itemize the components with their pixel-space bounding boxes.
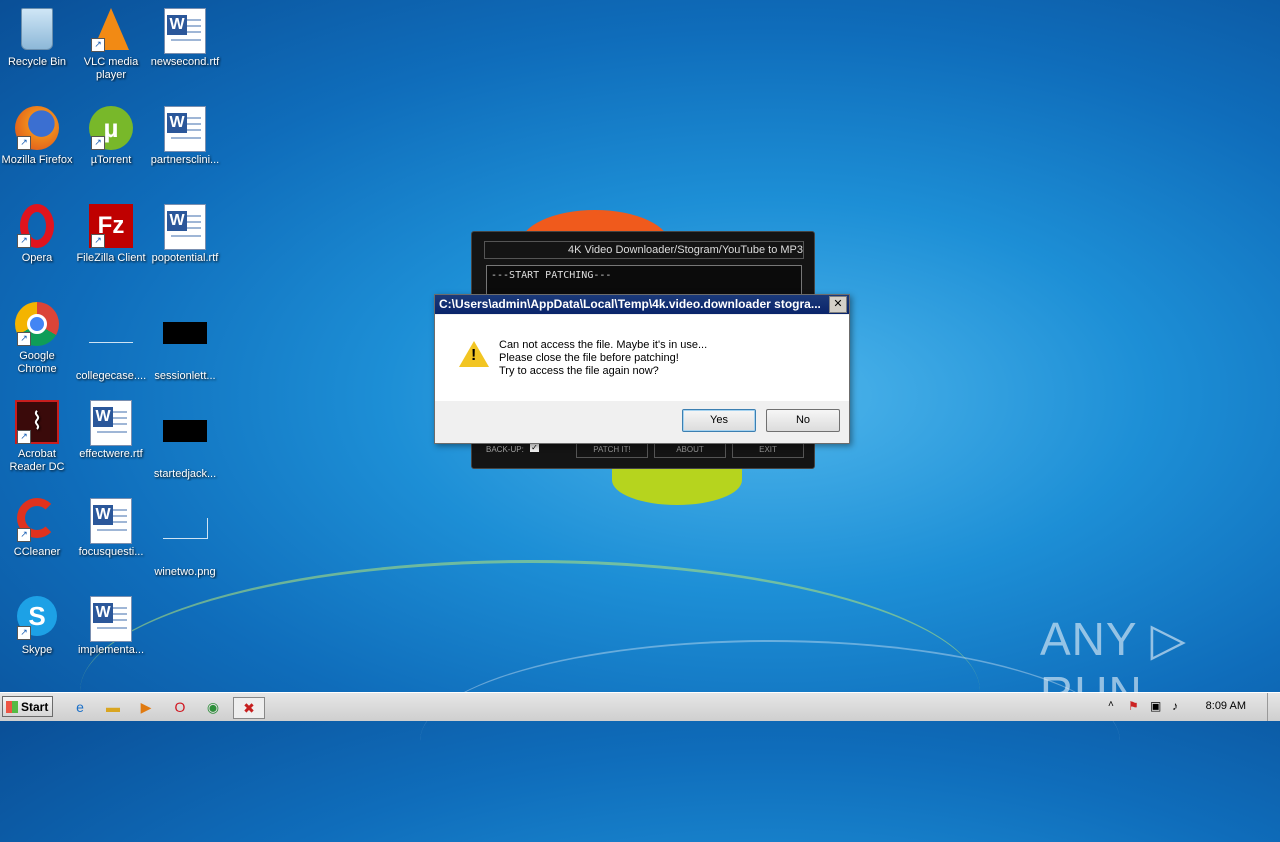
desktop-icon-newsecond[interactable]: W newsecond.rtf (148, 8, 222, 69)
ccleaner-icon: ↗ (15, 498, 59, 542)
windows-flag-icon (6, 701, 18, 713)
message-line: Please close the file before patching! (499, 352, 679, 364)
desktop-icon-ccleaner[interactable]: ↗ CCleaner (0, 498, 74, 559)
volume-icon[interactable]: ♪ (1172, 699, 1178, 713)
black-thumbnail-icon (163, 322, 207, 366)
desktop-icon-implementa[interactable]: W implementa... (74, 596, 148, 657)
utorrent-icon: µ ↗ (89, 106, 133, 150)
dialog-title: C:\Users\admin\AppData\Local\Temp\4k.vid… (439, 297, 821, 311)
desktop-icon-focusquesti[interactable]: W focusquesti... (74, 498, 148, 559)
desktop-icon-sessionlett[interactable]: sessionlett... (148, 302, 222, 383)
desktop-icon-vlc[interactable]: ↗ VLC media player (74, 8, 148, 82)
word-document-icon: W (163, 204, 207, 250)
acrobat-icon: ⌇ ↗ (15, 400, 59, 444)
firefox-icon: ↗ (15, 106, 59, 150)
desktop-icon-recycle-bin[interactable]: Recycle Bin (0, 8, 74, 69)
opera-taskbar-icon[interactable]: O (169, 697, 191, 717)
network-icon[interactable]: ▣ (1150, 699, 1161, 713)
desktop-icon-collegecase[interactable]: collegecase.... (74, 302, 148, 383)
desktop-icon-opera[interactable]: ↗ Opera (0, 204, 74, 265)
desktop-icon-effectwere[interactable]: W effectwere.rtf (74, 400, 148, 461)
folder-icon[interactable]: ▬ (102, 697, 124, 717)
desktop-icon-winetwo[interactable]: winetwo.png (148, 498, 222, 579)
desktop-icon-firefox[interactable]: ↗ Mozilla Firefox (0, 106, 74, 167)
no-button[interactable]: No (766, 409, 840, 432)
show-desktop-button[interactable] (1267, 693, 1280, 721)
desktop-icon-utorrent[interactable]: µ ↗ µTorrent (74, 106, 148, 167)
ie-icon[interactable]: e (69, 697, 91, 717)
word-document-icon: W (89, 596, 133, 642)
chrome-icon: ↗ (15, 302, 59, 346)
about-button[interactable]: ABOUT (654, 442, 726, 458)
opera-icon: ↗ (15, 204, 59, 248)
skype-icon: S ↗ (15, 596, 59, 640)
taskbar: Start e ▬ ▶ O ◉ ✖ ˄ ⚑ ▣ ♪ 8:09 AM (0, 692, 1280, 721)
yes-button[interactable]: Yes (682, 409, 756, 432)
desktop-icon-filezilla[interactable]: Fz ↗ FileZilla Client (74, 204, 148, 265)
dialog-title-bar[interactable]: C:\Users\admin\AppData\Local\Temp\4k.vid… (435, 295, 849, 314)
patcher-title: 4K Video Downloader/Stogram/YouTube to M… (484, 241, 804, 259)
desktop-icon-skype[interactable]: S ↗ Skype (0, 596, 74, 657)
error-dialog: C:\Users\admin\AppData\Local\Temp\4k.vid… (434, 294, 850, 444)
patcher-taskbar-icon[interactable]: ✖ (233, 697, 265, 719)
system-tray: ˄ ⚑ ▣ ♪ 8:09 AM (1100, 693, 1280, 721)
message-line: Can not access the file. Maybe it's in u… (499, 339, 708, 351)
recycle-bin-icon (15, 8, 59, 52)
chrome-taskbar-icon[interactable]: ◉ (202, 697, 224, 717)
close-button[interactable]: ✕ (829, 296, 847, 313)
image-file-icon (163, 518, 208, 562)
blank-file-icon (89, 322, 133, 366)
desktop-icon-chrome[interactable]: ↗ Google Chrome (0, 302, 74, 376)
action-center-icon[interactable]: ⚑ (1128, 699, 1139, 713)
start-label: Start (21, 700, 49, 714)
backup-checkbox[interactable]: ✓ (530, 443, 539, 452)
desktop-icon-partnersclini[interactable]: W partnersclini... (148, 106, 222, 167)
desktop-icon-popotential[interactable]: W popotential.rtf (148, 204, 222, 265)
media-player-icon[interactable]: ▶ (135, 697, 157, 717)
clock[interactable]: 8:09 AM (1206, 700, 1246, 712)
vlc-icon: ↗ (89, 8, 133, 52)
desktop-icon-acrobat[interactable]: ⌇ ↗ Acrobat Reader DC (0, 400, 74, 474)
start-button[interactable]: Start (2, 696, 53, 717)
black-thumbnail-icon (163, 420, 207, 464)
message-line: Try to access the file again now? (499, 365, 659, 377)
filezilla-icon: Fz ↗ (89, 204, 133, 248)
word-document-icon: W (89, 498, 133, 544)
chevron-up-icon[interactable]: ˄ (1108, 699, 1114, 710)
dialog-body: ! Can not access the file. Maybe it's in… (435, 315, 849, 401)
warning-icon: ! (459, 341, 489, 367)
exit-button[interactable]: EXIT (732, 442, 804, 458)
word-document-icon: W (163, 106, 207, 152)
wallpaper-swoosh (420, 640, 1120, 842)
word-document-icon: W (89, 400, 133, 446)
backup-label: BACK-UP: (486, 445, 524, 454)
patch-button[interactable]: PATCH IT! (576, 442, 648, 458)
dialog-message: Can not access the file. Maybe it's in u… (499, 339, 707, 378)
word-document-icon: W (163, 8, 207, 54)
desktop-icon-startedjack[interactable]: startedjack... (148, 400, 222, 481)
